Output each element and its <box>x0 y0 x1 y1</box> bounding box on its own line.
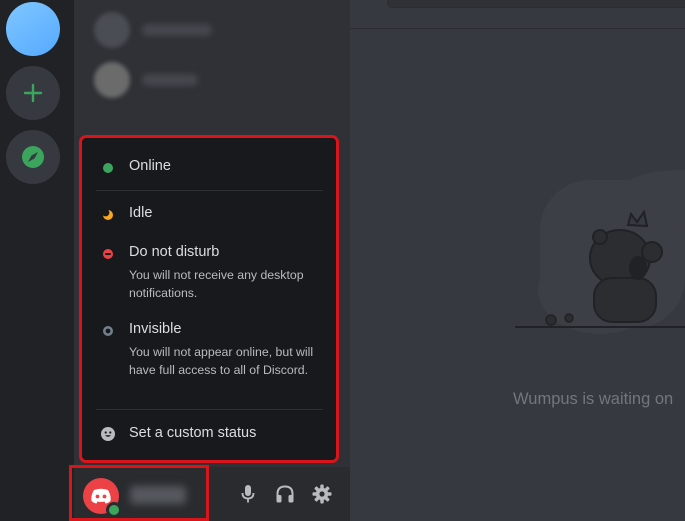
invisible-status-icon <box>103 326 113 336</box>
dm-name <box>142 74 198 86</box>
status-option-label: Online <box>129 158 171 174</box>
wumpus-illustration <box>515 170 685 334</box>
headphones-icon <box>276 485 294 503</box>
compass-icon <box>22 146 44 168</box>
username <box>130 486 186 504</box>
status-option-label: Invisible <box>129 321 182 337</box>
mute-button[interactable] <box>236 482 260 506</box>
status-option-label: Idle <box>129 205 153 221</box>
moon-icon <box>103 210 113 220</box>
avatar <box>94 12 130 48</box>
main-content: Wumpus is waiting on <box>350 0 685 521</box>
smiley-icon <box>101 427 115 441</box>
dm-item[interactable] <box>94 10 234 50</box>
online-status-icon <box>103 163 113 173</box>
dm-name <box>142 24 212 36</box>
user-settings-button[interactable] <box>310 482 334 506</box>
gear-icon <box>312 484 332 504</box>
divider <box>96 409 323 410</box>
status-option-description: You will not appear online, but will hav… <box>129 345 314 377</box>
status-option-idle[interactable]: Idle <box>92 205 326 225</box>
explore-servers-button[interactable] <box>6 130 60 184</box>
microphone-icon <box>241 485 255 503</box>
status-option-label: Do not disturb <box>129 244 220 260</box>
dm-item[interactable] <box>94 60 234 100</box>
status-option-description: You will not receive any desktop notific… <box>129 268 304 300</box>
status-option-do-not-disturb[interactable]: Do not disturb You will not receive any … <box>92 244 326 304</box>
discord-logo-icon <box>91 488 111 504</box>
custom-status-label: Set a custom status <box>129 425 257 441</box>
server-rail <box>0 0 74 521</box>
online-status-indicator <box>106 502 122 518</box>
custom-status-option[interactable]: Set a custom status <box>92 425 326 445</box>
divider <box>96 190 323 191</box>
dnd-icon <box>103 249 113 259</box>
avatar <box>94 62 130 98</box>
deafen-button[interactable] <box>273 482 297 506</box>
status-menu: Online Idle Do not disturb You will not … <box>79 135 339 463</box>
status-option-invisible[interactable]: Invisible You will not appear online, bu… <box>92 321 326 401</box>
server-avatar[interactable] <box>6 2 60 56</box>
add-server-button[interactable] <box>6 66 60 120</box>
status-option-online[interactable]: Online <box>92 158 326 178</box>
plus-icon <box>23 83 43 103</box>
empty-state-text: Wumpus is waiting on <box>513 390 674 408</box>
